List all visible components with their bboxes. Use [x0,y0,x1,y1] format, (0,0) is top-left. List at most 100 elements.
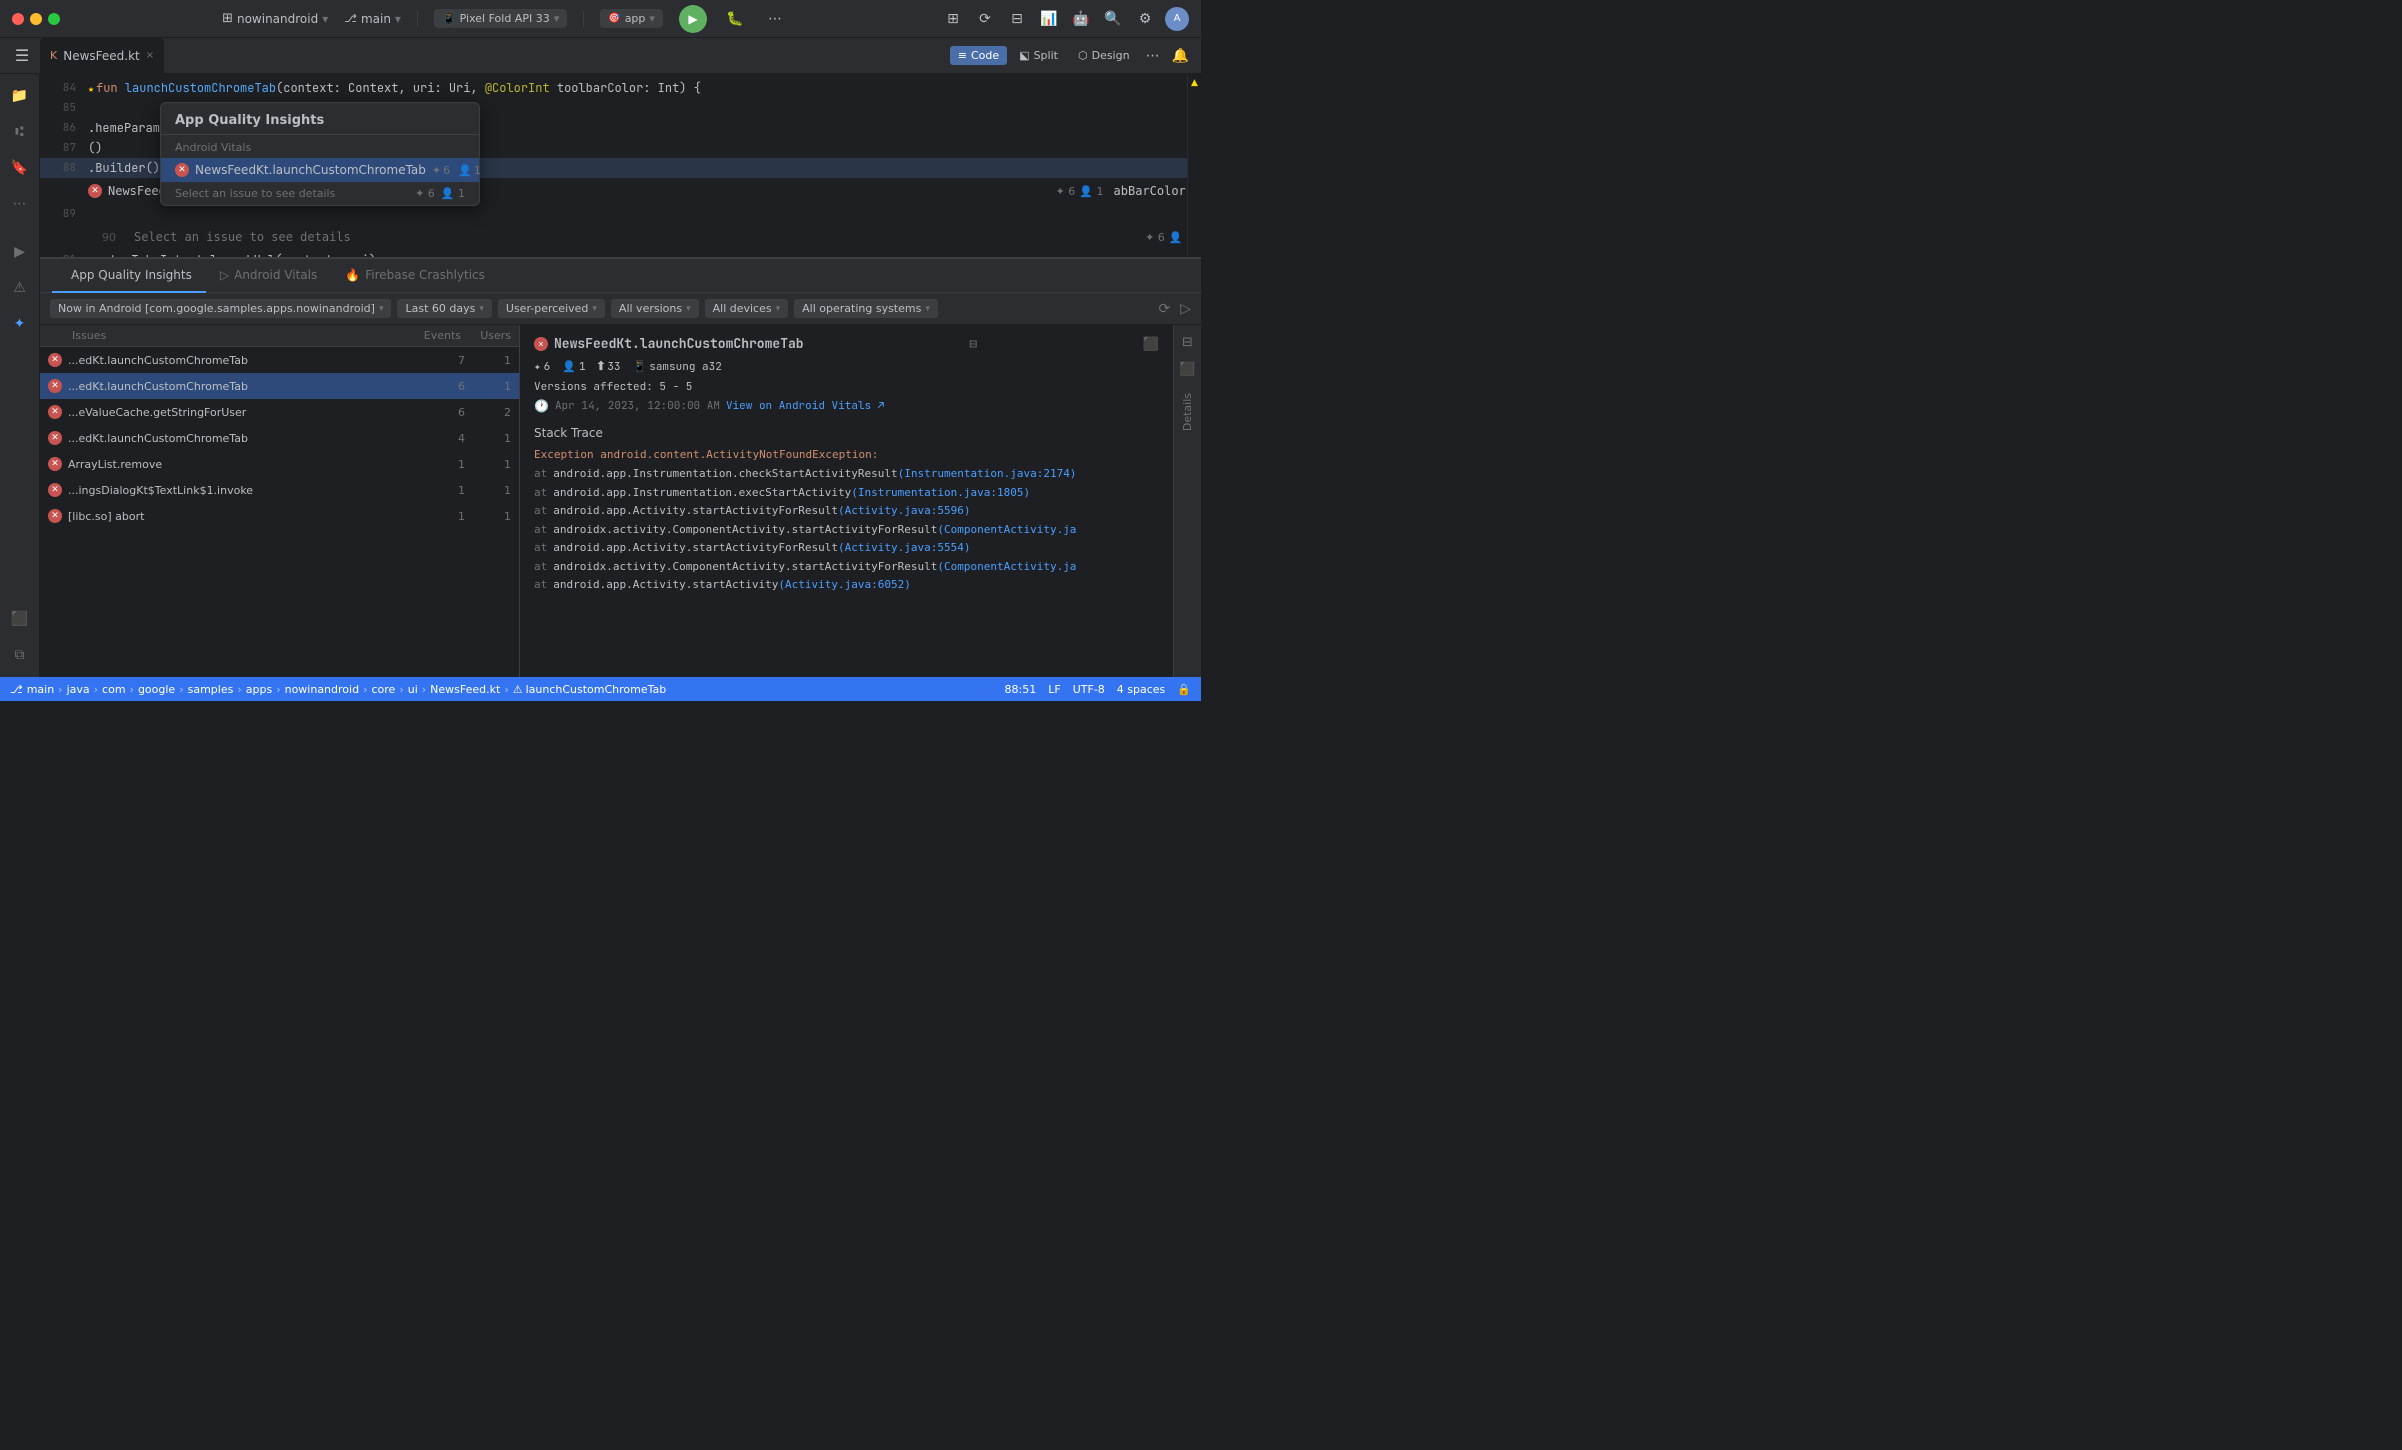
issue-icon-2: ✕ [48,405,62,419]
title-right: ⊞ ⟳ ⊟ 📊 🤖 🔍 ⚙ A [941,7,1189,31]
panel-tabs: App Quality Insights ▷ Android Vitals 🔥 … [40,259,1201,293]
profile-icon[interactable]: 📊 [1037,7,1061,31]
issue-icon-0: ✕ [48,353,62,367]
split-view-button[interactable]: ⬕ Split [1011,46,1066,65]
issue-row-5[interactable]: ✕ ...ingsDialogKt$TextLink$1.invoke 1 1 [40,477,519,503]
expand-panel-button[interactable]: ▷ [1180,301,1191,317]
user-avatar[interactable]: A [1165,7,1189,31]
more-sidebar-icon[interactable]: ⋯ [6,190,34,218]
run-sidebar-icon[interactable]: ▶ [6,238,34,266]
popup-issue-icon: ✕ [175,163,189,177]
app-filter-dropdown[interactable]: Now in Android [com.google.samples.apps.… [50,299,391,318]
more-run-options[interactable]: ⋯ [763,7,787,31]
issue-icon-1: ✕ [48,379,62,393]
close-window-button[interactable] [12,13,24,25]
terminal-sidebar-icon[interactable]: ⬛ [6,605,34,633]
branch-selector[interactable]: ⎇ main ▾ [344,12,401,26]
sidebar-toggle-button[interactable]: ☰ [8,42,36,70]
bookmark-icon[interactable]: 🔖 [6,154,34,182]
left-sidebar: 📁 ⑆ 🔖 ⋯ ▶ ⚠ ✦ ⬛ ⧉ [0,74,40,677]
issues-panel: Issues Events Users ✕ ...edKt.launchCust… [40,325,1201,677]
issue-row-4[interactable]: ✕ ArrayList.remove 1 1 [40,451,519,477]
status-bar: ⎇ main › java › com › google › samples ›… [0,677,1201,701]
terminal-icon[interactable]: ⊟ [1005,7,1029,31]
project-name[interactable]: ⊞ nowinandroid ▾ [222,11,328,26]
issue-row-2[interactable]: ✕ ...eValueCache.getStringForUser 6 2 [40,399,519,425]
maximize-window-button[interactable] [48,13,60,25]
tab-android-vitals[interactable]: ▷ Android Vitals [206,259,331,293]
code-line-91: 91 customTabsIntent.launchUrl(context, u… [40,250,1201,257]
breadcrumb: ⎇ main › java › com › google › samples ›… [10,683,999,696]
sync-icon[interactable]: ⟳ [973,7,997,31]
stack-line-3: at androidx.activity.ComponentActivity.s… [534,521,1159,540]
notification-icon[interactable]: 🔔 [1168,48,1193,64]
detail-title-row: ✕ NewsFeedKt.launchCustomChromeTab ⊟ ⬛ [534,335,1159,352]
popup-item-selected[interactable]: ✕ NewsFeedKt.launchCustomChromeTab ✦ 6 👤… [161,158,479,182]
android-icon[interactable]: 🤖 [1069,7,1093,31]
folder-icon[interactable]: 📁 [6,82,34,110]
issue-row-1[interactable]: ✕ ...edKt.launchCustomChromeTab 6 1 [40,373,519,399]
run-manager-icon[interactable]: ⊞ [941,7,965,31]
versions-filter-dropdown[interactable]: All versions ▾ [611,299,699,318]
settings-icon[interactable]: ⚙ [1133,7,1157,31]
filter-panel-icon[interactable]: ⊟ [1178,331,1197,354]
code-view-button[interactable]: ≡ Code [950,46,1007,65]
file-tab-newsfeed[interactable]: K NewsFeed.kt × [40,38,164,74]
scroll-gutter: ▲ [1187,74,1201,257]
run-button[interactable]: ▶ [679,5,707,33]
stack-trace-content: Exception android.content.ActivityNotFou… [534,448,1159,595]
tab-app-quality-insights[interactable]: App Quality Insights [52,259,206,293]
detail-filter-icon[interactable]: ⊟ [969,335,977,352]
issue-row-3[interactable]: ✕ ...edKt.launchCustomChromeTab 4 1 [40,425,519,451]
status-bar-right: 88:51 LF UTF-8 4 spaces 🔒 [1005,683,1191,696]
refresh-button[interactable]: ⟳ [1158,301,1170,317]
search-icon[interactable]: 🔍 [1101,7,1125,31]
issue-icon-6: ✕ [48,509,62,523]
popup-section: Android Vitals [161,135,479,158]
detail-stats-row: ✦ 6 👤 1 ⬆ 33 📱 samsung a32 [534,360,1159,374]
android-vitals-link[interactable]: View on Android Vitals ↗ [726,399,884,413]
detail-panel: ✕ NewsFeedKt.launchCustomChromeTab ⊟ ⬛ ✦… [520,325,1173,677]
title-center: ⊞ nowinandroid ▾ ⎇ main ▾ 📱 Pixel Fold A… [76,5,933,33]
code-line-90-hint: 90 Select an issue to see details ✦ 6 👤 … [40,224,1201,250]
issue-inline-icon: ✕ [88,184,102,198]
issue-row-0[interactable]: ✕ ...edKt.launchCustomChromeTab 7 1 [40,347,519,373]
tab-bar: ☰ K NewsFeed.kt × ≡ Code ⬕ Split ⬡ Desig… [0,38,1201,74]
code-line-84: 84 ★ fun launchCustomChromeTab(context: … [40,78,1201,98]
title-bar: ⊞ nowinandroid ▾ ⎇ main ▾ 📱 Pixel Fold A… [0,0,1201,38]
tab-firebase-crashlytics[interactable]: 🔥 Firebase Crashlytics [331,259,499,293]
detail-grid-icon[interactable]: ⬛ [1143,335,1159,352]
analytics-sidebar-icon[interactable]: ✦ [6,310,34,338]
insight-popup: App Quality Insights Android Vitals ✕ Ne… [160,102,480,206]
issue-icon-3: ✕ [48,431,62,445]
detail-issue-icon: ✕ [534,337,548,351]
stack-line-0: at android.app.Instrumentation.checkStar… [534,465,1159,484]
warning-sidebar-icon[interactable]: ⚠ [6,274,34,302]
debug-button[interactable]: 🐛 [723,7,747,31]
close-tab-icon[interactable]: × [146,50,154,61]
device-selector[interactable]: 📱 Pixel Fold API 33 ▾ [434,9,567,28]
bottom-panel: App Quality Insights ▷ Android Vitals 🔥 … [40,257,1201,677]
git-icon[interactable]: ⑆ [6,118,34,146]
code-line-89: 89 [40,204,1201,224]
issues-list: Issues Events Users ✕ ...edKt.launchCust… [40,325,520,677]
plugin-sidebar-icon[interactable]: ⧉ [6,641,34,669]
view-buttons: ≡ Code ⬕ Split ⬡ Design ⋯ 🔔 [950,46,1193,65]
design-view-button[interactable]: ⬡ Design [1070,46,1138,65]
code-editor[interactable]: 84 ★ fun launchCustomChromeTab(context: … [40,74,1201,257]
filter-bar: Now in Android [com.google.samples.apps.… [40,293,1201,325]
stack-trace-label: Stack Trace [534,426,1159,440]
os-filter-dropdown[interactable]: All operating systems ▾ [794,299,938,318]
type-filter-dropdown[interactable]: User-perceived ▾ [498,299,605,318]
app-selector[interactable]: 🎯 app ▾ [600,9,663,28]
stack-exception: Exception android.content.ActivityNotFou… [534,448,1159,461]
tab-more-button[interactable]: ⋯ [1142,48,1164,64]
devices-filter-dropdown[interactable]: All devices ▾ [705,299,789,318]
grid-panel-icon[interactable]: ⬛ [1175,358,1199,381]
period-filter-dropdown[interactable]: Last 60 days ▾ [397,299,491,318]
bookmark-marker: ★ [88,82,94,95]
issue-row-6[interactable]: ✕ [libc.so] abort 1 1 [40,503,519,529]
issue-icon-4: ✕ [48,457,62,471]
minimize-window-button[interactable] [30,13,42,25]
issues-header: Issues Events Users [40,325,519,347]
